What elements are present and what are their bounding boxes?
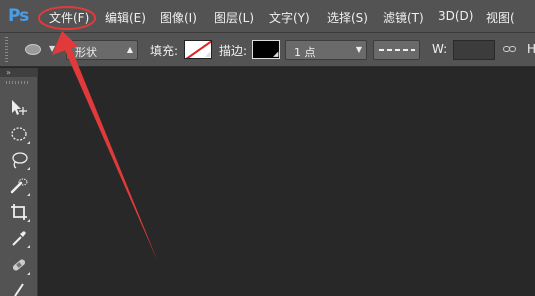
menu-3d[interactable]: 3D(D) (438, 9, 473, 23)
brush-icon (14, 283, 24, 296)
stroke-width-select[interactable]: 1 点 ▼ (285, 40, 367, 60)
lasso-icon (12, 152, 28, 169)
tool-preset-picker[interactable]: ▼ (20, 41, 68, 59)
photoshop-logo: Ps (8, 6, 29, 26)
bandage-icon (12, 259, 26, 271)
crop-icon (11, 204, 27, 220)
menu-image[interactable]: 图像(I) (160, 9, 197, 26)
menu-edit[interactable]: 编辑(E) (105, 9, 146, 26)
tool-mode-value: 形状 (75, 46, 97, 59)
crop-tool[interactable] (9, 202, 31, 222)
quick-selection-tool[interactable] (9, 176, 31, 196)
height-label: H (527, 42, 535, 56)
width-input[interactable] (453, 40, 495, 60)
ellipse-marquee-icon (11, 127, 27, 141)
menu-layer[interactable]: 图层(L) (214, 9, 254, 26)
eyedropper-icon (12, 231, 26, 246)
toolbox: » (0, 68, 38, 296)
move-icon (12, 100, 27, 115)
caret-down-icon: ▼ (49, 44, 56, 53)
move-tool[interactable] (9, 98, 31, 118)
menu-type[interactable]: 文字(Y) (269, 9, 310, 26)
brush-tool[interactable] (9, 280, 31, 296)
menu-file[interactable]: 文件(F) (49, 9, 89, 26)
chevron-down-icon: ▲ (126, 45, 133, 54)
tool-mode-select[interactable]: 形状 ▲ (66, 40, 138, 60)
width-label: W: (432, 42, 448, 56)
collapse-toolbox-icon[interactable]: » (0, 68, 38, 77)
ellipse-icon (25, 44, 41, 55)
toolbox-grip[interactable] (6, 81, 30, 84)
lasso-tool[interactable] (9, 150, 31, 170)
link-icon[interactable] (503, 43, 517, 55)
healing-brush-tool[interactable] (9, 255, 31, 275)
stroke-type-select[interactable] (373, 40, 420, 60)
elliptical-marquee-tool[interactable] (9, 124, 31, 144)
quick-selection-icon (10, 178, 28, 194)
stroke-width-value: 1 点 (294, 46, 316, 59)
fill-caret-icon[interactable]: ◢ (205, 50, 210, 58)
document-canvas[interactable] (39, 68, 535, 296)
dashed-line-icon (379, 49, 415, 51)
menu-view[interactable]: 视图( (486, 9, 515, 26)
menu-select[interactable]: 选择(S) (327, 9, 368, 26)
menu-bar: Ps 文件(F) 编辑(E) 图像(I) 图层(L) 文字(Y) 选择(S) 滤… (0, 0, 535, 33)
fill-label: 填充: (150, 44, 179, 58)
stroke-label: 描边: (219, 44, 248, 58)
menu-filter[interactable]: 滤镜(T) (383, 9, 424, 26)
chevron-down-icon: ▼ (355, 45, 362, 54)
stroke-caret-icon[interactable]: ◢ (273, 50, 278, 58)
options-bar-grip[interactable] (5, 37, 8, 63)
eyedropper-tool[interactable] (9, 228, 31, 248)
